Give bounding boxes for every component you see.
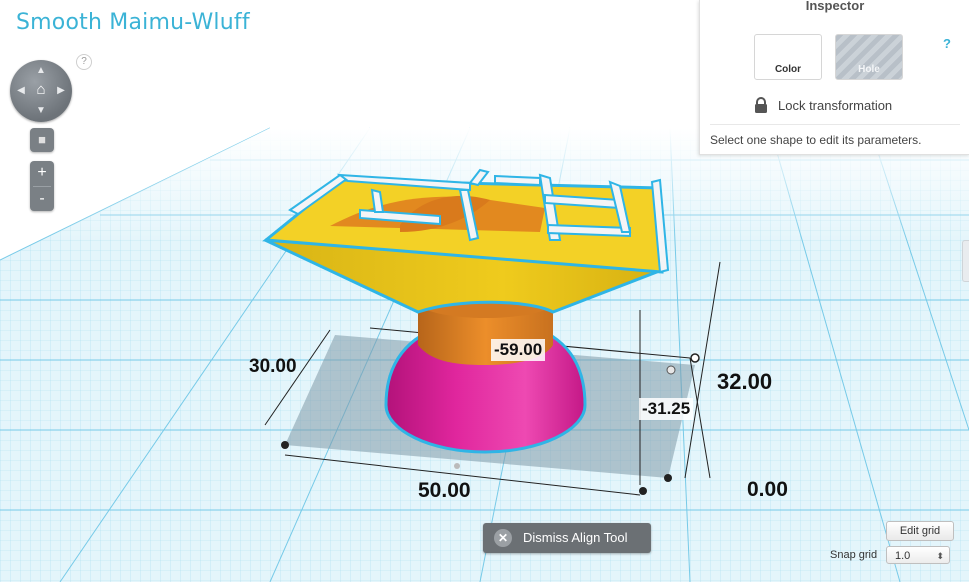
design-title[interactable]: Smooth Maimu-Wluff [16,10,250,35]
y-offset-dimension[interactable]: -31.25 [639,398,694,420]
select-arrows-icon: ⬍ [936,551,944,561]
nav-up-icon[interactable]: ▲ [34,64,48,78]
color-button[interactable]: Color [754,34,822,80]
nav-right-icon[interactable]: ▶ [54,84,68,98]
inspector-help-icon[interactable]: ? [943,36,951,51]
nav-left-icon[interactable]: ◀ [14,84,28,98]
orbit-wheel[interactable]: ▲ ▼ ◀ ▶ ⌂ [10,60,72,122]
lock-label: Lock transformation [778,97,893,113]
depth-dimension[interactable]: 30.00 [249,356,297,378]
zoom-in-button[interactable]: + [30,161,54,186]
height-dimension[interactable]: 32.00 [717,369,772,395]
help-icon[interactable]: ? [76,54,92,70]
dismiss-align-tool-button[interactable]: ✕ Dismiss Align Tool [483,523,651,553]
dismiss-align-label: Dismiss Align Tool [523,530,628,545]
nav-down-icon[interactable]: ▼ [34,104,48,118]
view-cube-icon[interactable]: ■ [30,128,54,152]
edit-grid-button[interactable]: Edit grid [886,521,954,541]
hole-label: Hole [858,64,880,75]
color-label: Color [774,64,802,75]
side-panel-tab[interactable] [962,240,969,282]
inspector-title: Inspector [805,0,865,13]
inspector-panel: Inspector ? Color Hole Lock transformati… [699,0,969,155]
lock-transformation-toggle[interactable]: Lock transformation [754,97,892,116]
zoom-controls: + - [30,161,54,211]
close-icon: ✕ [494,529,512,547]
inspector-status: Select one shape to edit its parameters. [710,133,922,147]
inspector-divider [710,124,960,125]
zoom-out-button[interactable]: - [30,187,54,212]
lock-icon [754,97,768,116]
hole-button[interactable]: Hole [835,34,903,80]
snap-grid-select[interactable]: 1.0 ⬍ [886,546,950,564]
x-offset-dimension[interactable]: -59.00 [491,339,546,361]
width-dimension[interactable]: 50.00 [418,479,471,503]
snap-grid-label: Snap grid [830,549,878,561]
snap-grid-value: 1.0 [895,550,911,562]
home-icon[interactable]: ⌂ [32,81,50,99]
elevation-dimension[interactable]: 0.00 [747,478,788,502]
